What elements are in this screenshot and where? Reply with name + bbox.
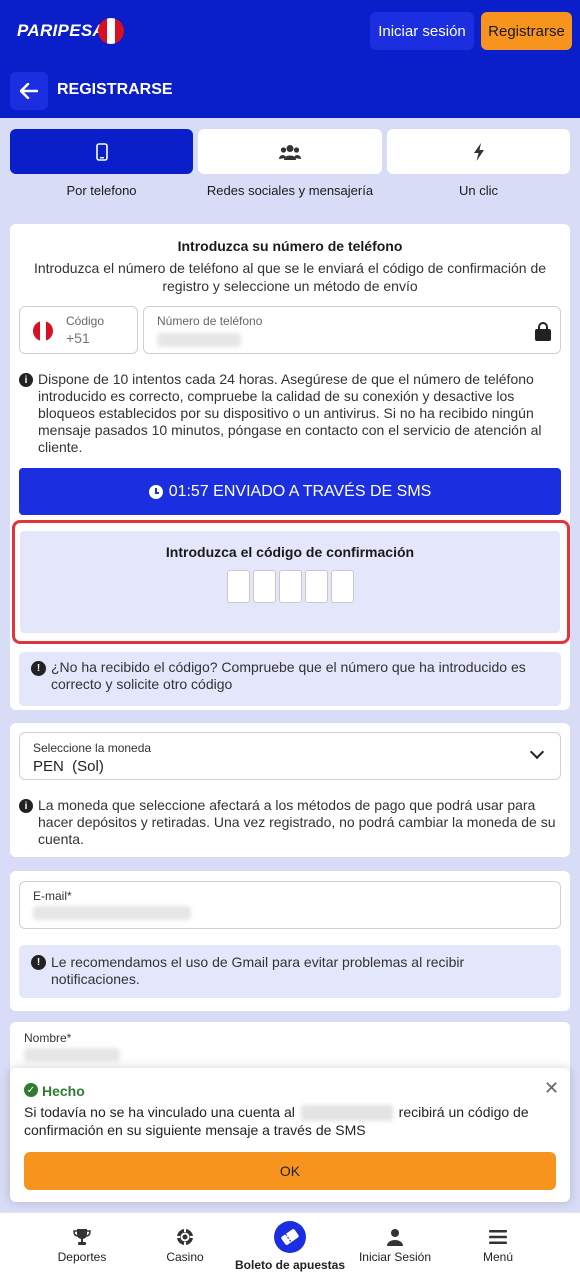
sms-sent-button[interactable]: 01:57 ENVIADO A TRAVÉS DE SMS: [19, 468, 561, 515]
gmail-recommendation-text: Le recomendamos el uso de Gmail para evi…: [51, 954, 465, 987]
user-icon: [387, 1229, 403, 1246]
info-icon: i: [19, 799, 33, 813]
tab-social-label: Redes sociales y mensajería: [206, 183, 374, 198]
clock-icon: [148, 484, 163, 499]
alert-icon: !: [31, 955, 46, 970]
nav-login-label: Iniciar Sesión: [358, 1250, 432, 1264]
phone-info: i Dispone de 10 intentos cada 24 horas. …: [19, 371, 561, 456]
highlight-frame: [12, 520, 570, 644]
phone-heading: Introduzca su número de teléfono: [177, 238, 403, 254]
alert-icon: !: [31, 661, 46, 676]
currency-value: PEN (Sol): [33, 758, 104, 775]
code-label: Código: [66, 314, 105, 328]
name-label: Nombre*: [24, 1031, 72, 1045]
close-icon[interactable]: ✕: [544, 1078, 559, 1099]
register-button[interactable]: Registrarse: [481, 12, 572, 50]
currency-select[interactable]: Seleccione la moneda PEN (Sol): [19, 732, 561, 780]
menu-icon: [489, 1230, 507, 1244]
nav-casino-label: Casino: [166, 1250, 204, 1264]
arrow-left-icon: [20, 83, 38, 99]
toast-title: Hecho: [42, 1083, 85, 1099]
login-button[interactable]: Iniciar sesión: [370, 12, 474, 50]
tab-phone-label: Por telefono: [66, 183, 137, 198]
back-button[interactable]: [10, 72, 48, 110]
nav-sports-label: Deportes: [57, 1250, 107, 1264]
bottom-nav: Deportes Casino Boleto de apuestas Inici…: [0, 1212, 580, 1280]
phone-number-redacted: [300, 1105, 393, 1122]
ok-button[interactable]: OK: [24, 1152, 556, 1190]
currency-info: i La moneda que seleccione afectará a lo…: [19, 797, 561, 848]
code-value: +51: [66, 330, 90, 346]
nav-menu[interactable]: Menú: [468, 1213, 528, 1280]
page-title: REGISTRARSE: [57, 81, 173, 98]
title-bar: REGISTRARSE: [0, 62, 580, 118]
nav-bet-slip-label[interactable]: Boleto de apuestas: [232, 1258, 348, 1272]
tab-one-click[interactable]: [387, 129, 570, 174]
currency-card: Seleccione la moneda PEN (Sol) i La mone…: [10, 723, 570, 857]
casino-chip-icon: [177, 1229, 193, 1245]
smartphone-icon: [95, 142, 108, 161]
nav-sports[interactable]: Deportes: [43, 1213, 121, 1280]
nav-login[interactable]: Iniciar Sesión: [355, 1213, 435, 1280]
ticket-icon: [281, 1229, 299, 1245]
peru-flag-icon[interactable]: [98, 18, 124, 44]
phone-label: Número de teléfono: [157, 314, 263, 328]
country-code-select[interactable]: Código +51: [19, 306, 138, 354]
users-icon: [279, 144, 301, 160]
email-label: E-mail*: [33, 889, 72, 903]
phone-description: Introduzca el número de teléfono al que …: [33, 260, 547, 294]
email-field[interactable]: E-mail*: [19, 881, 561, 929]
tab-one-click-label: Un clic: [458, 183, 498, 198]
check-icon: ✓: [24, 1083, 38, 1097]
tab-social[interactable]: [198, 129, 382, 174]
success-toast: ✓ Hecho ✕ Si todavía no se ha vinculado …: [10, 1068, 570, 1202]
nav-casino[interactable]: Casino: [150, 1213, 220, 1280]
toast-message-part1: Si todavía no se ha vinculado una cuenta…: [24, 1104, 295, 1120]
no-code-warning: ! ¿No ha recibido el código? Compruebe q…: [19, 652, 561, 706]
name-value-redacted: [24, 1048, 120, 1062]
top-header: PARIPESA Iniciar sesión Registrarse: [0, 0, 580, 62]
peru-flag-icon: [33, 321, 53, 341]
sms-sent-label: 01:57 ENVIADO A TRAVÉS DE SMS: [168, 482, 432, 500]
bet-slip-button[interactable]: [274, 1221, 306, 1253]
no-code-warning-text: ¿No ha recibido el código? Compruebe que…: [51, 659, 526, 692]
phone-value-redacted: [157, 333, 241, 347]
trophy-icon: [73, 1229, 91, 1245]
lock-icon: [535, 322, 551, 341]
lightning-icon: [473, 142, 484, 161]
currency-info-text: La moneda que seleccione afectará a los …: [38, 797, 556, 847]
nav-menu-label: Menú: [482, 1250, 514, 1264]
tab-phone[interactable]: [10, 129, 193, 174]
email-card: E-mail* ! Le recomendamos el uso de Gmai…: [10, 871, 570, 1011]
paripesa-logo[interactable]: PARIPESA: [17, 21, 105, 41]
currency-label: Seleccione la moneda: [33, 741, 152, 755]
toast-message: Si todavía no se ha vinculado una cuenta…: [24, 1103, 554, 1139]
gmail-recommendation: ! Le recomendamos el uso de Gmail para e…: [19, 945, 561, 998]
phone-number-field[interactable]: Número de teléfono: [143, 306, 561, 354]
email-value-redacted: [33, 906, 191, 920]
chevron-down-icon: [529, 744, 545, 760]
info-icon: i: [19, 373, 33, 387]
phone-info-text: Dispone de 10 intentos cada 24 horas. As…: [38, 371, 542, 455]
